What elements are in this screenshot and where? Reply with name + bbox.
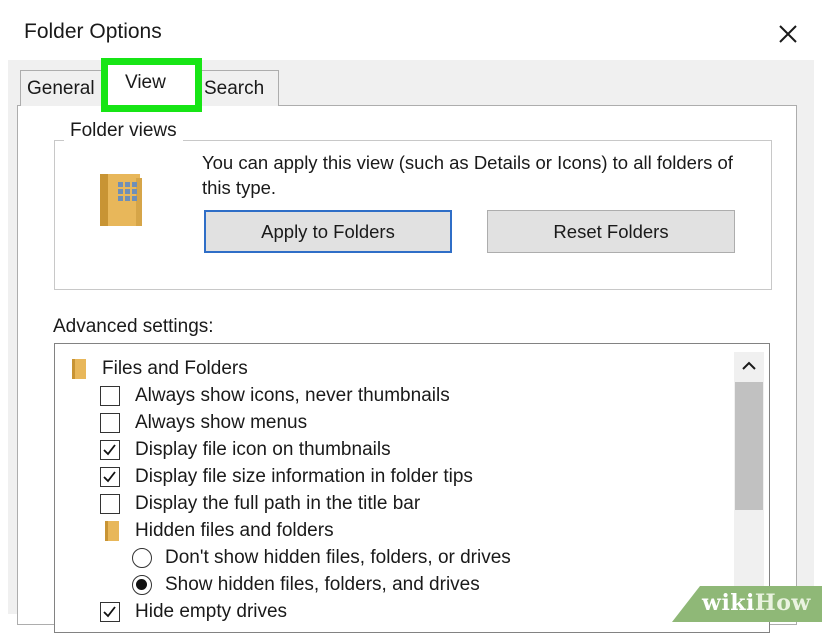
tree-item-label: Hidden files and folders — [135, 520, 334, 541]
tab-general[interactable]: General — [20, 70, 106, 106]
tree-item-label: Files and Folders — [102, 358, 248, 379]
option-label: Show hidden files, folders, and drives — [165, 574, 480, 595]
radio-unselected[interactable] — [132, 548, 152, 568]
checkbox-checked[interactable] — [100, 440, 120, 460]
tree-item-hidden-files: Hidden files and folders — [105, 518, 705, 544]
option-label: Hide empty drives — [135, 601, 288, 622]
option-dont-show-hidden[interactable]: Don't show hidden files, folders, or dri… — [132, 545, 732, 571]
title-bar: Folder Options — [8, 8, 814, 60]
tab-view[interactable]: View — [101, 58, 202, 112]
watermark-text: wikiHow — [702, 590, 811, 616]
close-button[interactable] — [770, 16, 806, 52]
option-display-full-path[interactable]: Display the full path in the title bar — [100, 491, 700, 517]
tree-item-files-and-folders: Files and Folders — [72, 356, 672, 382]
option-label: Display file icon on thumbnails — [135, 439, 391, 460]
radio-selected[interactable] — [132, 575, 152, 595]
option-show-hidden[interactable]: Show hidden files, folders, and drives — [132, 572, 732, 598]
scrollbar-thumb[interactable] — [735, 382, 763, 510]
radio-dot — [136, 579, 147, 590]
checkbox-checked[interactable] — [100, 602, 120, 622]
option-label: Always show icons, never thumbnails — [135, 385, 450, 406]
option-display-file-size[interactable]: Display file size information in folder … — [100, 464, 700, 490]
checkbox-unchecked[interactable] — [100, 494, 120, 514]
option-label: Display the full path in the title bar — [135, 493, 421, 514]
chevron-up-icon — [742, 361, 756, 370]
folder-icon — [96, 166, 146, 228]
checkbox-checked[interactable] — [100, 467, 120, 487]
checkbox-unchecked[interactable] — [100, 413, 120, 433]
option-always-show-icons[interactable]: Always show icons, never thumbnails — [100, 383, 700, 409]
option-hide-empty-drives[interactable]: Hide empty drives — [100, 599, 700, 625]
option-label: Display file size information in folder … — [135, 466, 473, 487]
watermark-part1: wiki — [702, 590, 755, 616]
checkmark-icon — [103, 471, 116, 483]
scroll-up-button[interactable] — [734, 352, 764, 380]
checkbox-unchecked[interactable] — [100, 386, 120, 406]
watermark-part2: How — [754, 590, 811, 616]
advanced-settings-label: Advanced settings: — [53, 316, 214, 337]
folder-views-description: You can apply this view (such as Details… — [202, 152, 733, 198]
folder-icon — [72, 359, 86, 379]
checkmark-icon — [103, 606, 116, 618]
reset-folders-button[interactable]: Reset Folders — [487, 210, 735, 253]
close-icon — [779, 25, 797, 43]
apply-to-folders-button[interactable]: Apply to Folders — [204, 210, 452, 253]
option-label: Always show menus — [135, 412, 308, 433]
tab-search[interactable]: Search — [197, 70, 279, 106]
checkmark-icon — [103, 444, 116, 456]
folder-views-label: Folder views — [64, 120, 183, 142]
option-label: Don't show hidden files, folders, or dri… — [165, 547, 511, 568]
option-always-show-menus[interactable]: Always show menus — [100, 410, 700, 436]
option-display-file-icon[interactable]: Display file icon on thumbnails — [100, 437, 700, 463]
dialog-title: Folder Options — [24, 20, 162, 43]
folder-icon — [105, 521, 119, 541]
